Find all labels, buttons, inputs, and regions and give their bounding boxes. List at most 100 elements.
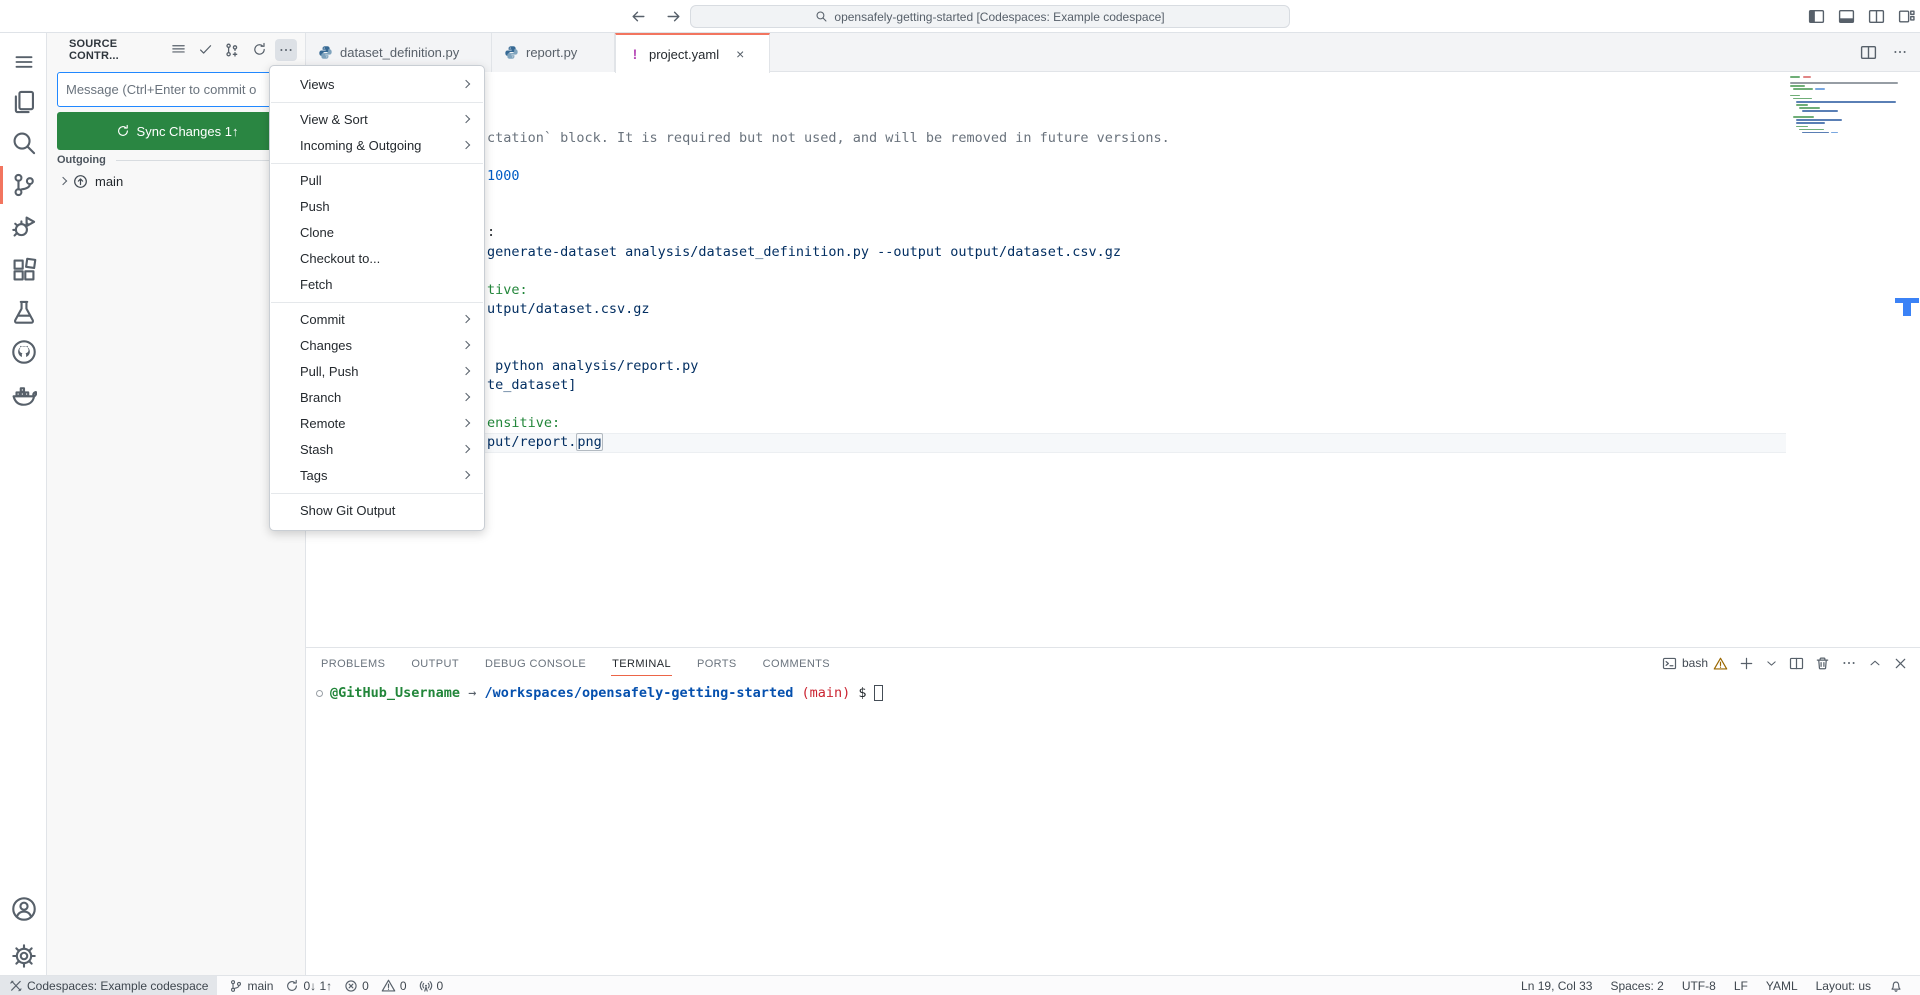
menu-item-branch[interactable]: Branch [270, 385, 484, 411]
activity-item-search[interactable] [0, 122, 47, 164]
activity-item-extensions[interactable] [0, 249, 47, 291]
editor-pane[interactable]: ctation` block. It is required but not u… [306, 72, 1920, 647]
split-editor-icon[interactable] [1860, 44, 1877, 61]
panel-tab-comments[interactable]: COMMENTS [762, 651, 831, 675]
panel-tab-problems[interactable]: PROBLEMS [320, 651, 386, 675]
tab-report-py[interactable]: report.py [492, 33, 615, 72]
sync-icon [116, 124, 130, 138]
tab-project-yaml[interactable]: !project.yaml× [615, 33, 770, 73]
close-icon[interactable]: × [736, 46, 744, 62]
spacer [850, 685, 858, 701]
current-line-highlight [485, 433, 1786, 453]
status-label: Layout: us [1816, 979, 1871, 993]
menu-item-show-git-output[interactable]: Show Git Output [270, 498, 484, 524]
status-radio-tower[interactable]: 0 [413, 976, 450, 995]
menu-item-push[interactable]: Push [270, 194, 484, 220]
panel-tab-ports[interactable]: PORTS [696, 651, 738, 675]
activity-item-account[interactable] [0, 888, 47, 930]
menu-item-stash[interactable]: Stash [270, 437, 484, 463]
status-label: Codespaces: Example codespace [27, 979, 208, 993]
menu-item-incoming-outgoing[interactable]: Incoming & Outgoing [270, 133, 484, 159]
menu-item-views[interactable]: Views [270, 72, 484, 98]
scm-action-commit-check[interactable] [194, 39, 216, 61]
chevron-up-icon[interactable] [1868, 656, 1882, 670]
status-label: 0 [400, 979, 407, 993]
panel-tab-debug-console[interactable]: DEBUG CONSOLE [484, 651, 587, 675]
activity-item-github[interactable] [0, 331, 47, 373]
activity-item-source-control[interactable] [0, 164, 47, 206]
terminal-user: @GitHub_Username [330, 685, 460, 701]
chevron-right-icon [462, 471, 470, 479]
status-yaml[interactable]: YAML [1757, 976, 1807, 995]
chevron-right-icon [462, 367, 470, 375]
chevron-down-icon[interactable] [1765, 657, 1778, 670]
command-center-search[interactable]: opensafely-getting-started [Codespaces: … [690, 5, 1290, 28]
menu-item-pull-push[interactable]: Pull, Push [270, 359, 484, 385]
terminal-git-branch: (main) [801, 685, 850, 701]
chevron-right-icon [462, 315, 470, 323]
status-git-branch[interactable]: main [223, 976, 279, 995]
menu-item-tags[interactable]: Tags [270, 463, 484, 489]
status-bell[interactable] [1880, 976, 1912, 995]
arrow-left-icon[interactable] [630, 8, 647, 25]
status-bar: Codespaces: Example codespacemain0↓ 1↑00… [0, 975, 1920, 995]
split-terminal-icon[interactable] [1789, 656, 1804, 671]
warning-icon [1713, 656, 1728, 671]
outgoing-section-header[interactable]: Outgoing [57, 152, 297, 168]
commit-message-input[interactable] [57, 72, 297, 107]
scm-action-refresh[interactable] [248, 39, 270, 61]
scm-action-more-actions[interactable] [275, 39, 297, 61]
outgoing-branch-row[interactable]: main [47, 170, 306, 192]
menu-item-pull[interactable]: Pull [270, 168, 484, 194]
menu-item-commit[interactable]: Commit [270, 307, 484, 333]
panel-tab-output[interactable]: OUTPUT [410, 651, 460, 675]
status-label: YAML [1766, 979, 1798, 993]
activity-item-testing[interactable] [0, 291, 47, 333]
split-editor-icon[interactable] [1868, 8, 1885, 25]
sync-changes-button[interactable]: Sync Changes 1↑ [57, 112, 297, 150]
activity-item-settings[interactable] [0, 935, 47, 977]
customize-layout-icon[interactable] [1898, 8, 1915, 25]
activity-item-explorer[interactable] [0, 81, 47, 123]
status-label: Ln 19, Col 33 [1521, 979, 1592, 993]
minimap[interactable] [1790, 76, 1908, 140]
scm-action-create-branch[interactable] [221, 39, 243, 61]
layout-sidebar-icon[interactable] [1808, 8, 1825, 25]
activity-item-docker[interactable] [0, 374, 47, 416]
close-icon[interactable] [1893, 656, 1908, 671]
yaml-warning-icon: ! [628, 46, 642, 62]
status-sync[interactable]: 0↓ 1↑ [279, 976, 338, 995]
new-terminal-icon[interactable] [1739, 656, 1754, 671]
menu-item-view-sort[interactable]: View & Sort [270, 107, 484, 133]
status-label: 0 [437, 979, 444, 993]
menu-item-fetch[interactable]: Fetch [270, 272, 484, 298]
status-error[interactable]: 0 [338, 976, 375, 995]
chevron-right-icon[interactable] [59, 177, 67, 185]
menu-item-changes[interactable]: Changes [270, 333, 484, 359]
shell-selector[interactable]: bash [1662, 656, 1728, 671]
scm-action-view-as-list[interactable] [167, 39, 189, 61]
trash-icon[interactable] [1815, 656, 1830, 671]
status-spaces-2[interactable]: Spaces: 2 [1601, 976, 1672, 995]
status-lf[interactable]: LF [1725, 976, 1757, 995]
status-ln-19-col-33[interactable]: Ln 19, Col 33 [1512, 976, 1601, 995]
status-layout-us[interactable]: Layout: us [1807, 976, 1880, 995]
status-warning[interactable]: 0 [375, 976, 413, 995]
arrow-right-icon[interactable] [665, 8, 682, 25]
more-actions-icon [278, 42, 294, 58]
bottom-panel: PROBLEMS OUTPUT DEBUG CONSOLE TERMINAL PORTS… [306, 647, 1920, 975]
panel-tab-terminal[interactable]: TERMINAL [611, 651, 672, 676]
status-remote[interactable]: Codespaces: Example codespace [0, 976, 217, 995]
radio-tower-icon [419, 979, 433, 993]
menu-item-clone[interactable]: Clone [270, 220, 484, 246]
more-actions-icon[interactable] [1892, 44, 1908, 60]
menu-item-checkout-to-[interactable]: Checkout to... [270, 246, 484, 272]
more-actions-icon[interactable] [1841, 655, 1857, 671]
status-utf-8[interactable]: UTF-8 [1673, 976, 1725, 995]
activity-item-run-and-debug[interactable] [0, 206, 47, 248]
outgoing-label: Outgoing [57, 154, 106, 166]
menu-item-remote[interactable]: Remote [270, 411, 484, 437]
activity-item-menu[interactable] [0, 41, 47, 83]
layout-panel-icon[interactable] [1838, 8, 1855, 25]
terminal-prompt-line[interactable]: @GitHub_Username → /workspaces/opensafel… [316, 684, 883, 702]
